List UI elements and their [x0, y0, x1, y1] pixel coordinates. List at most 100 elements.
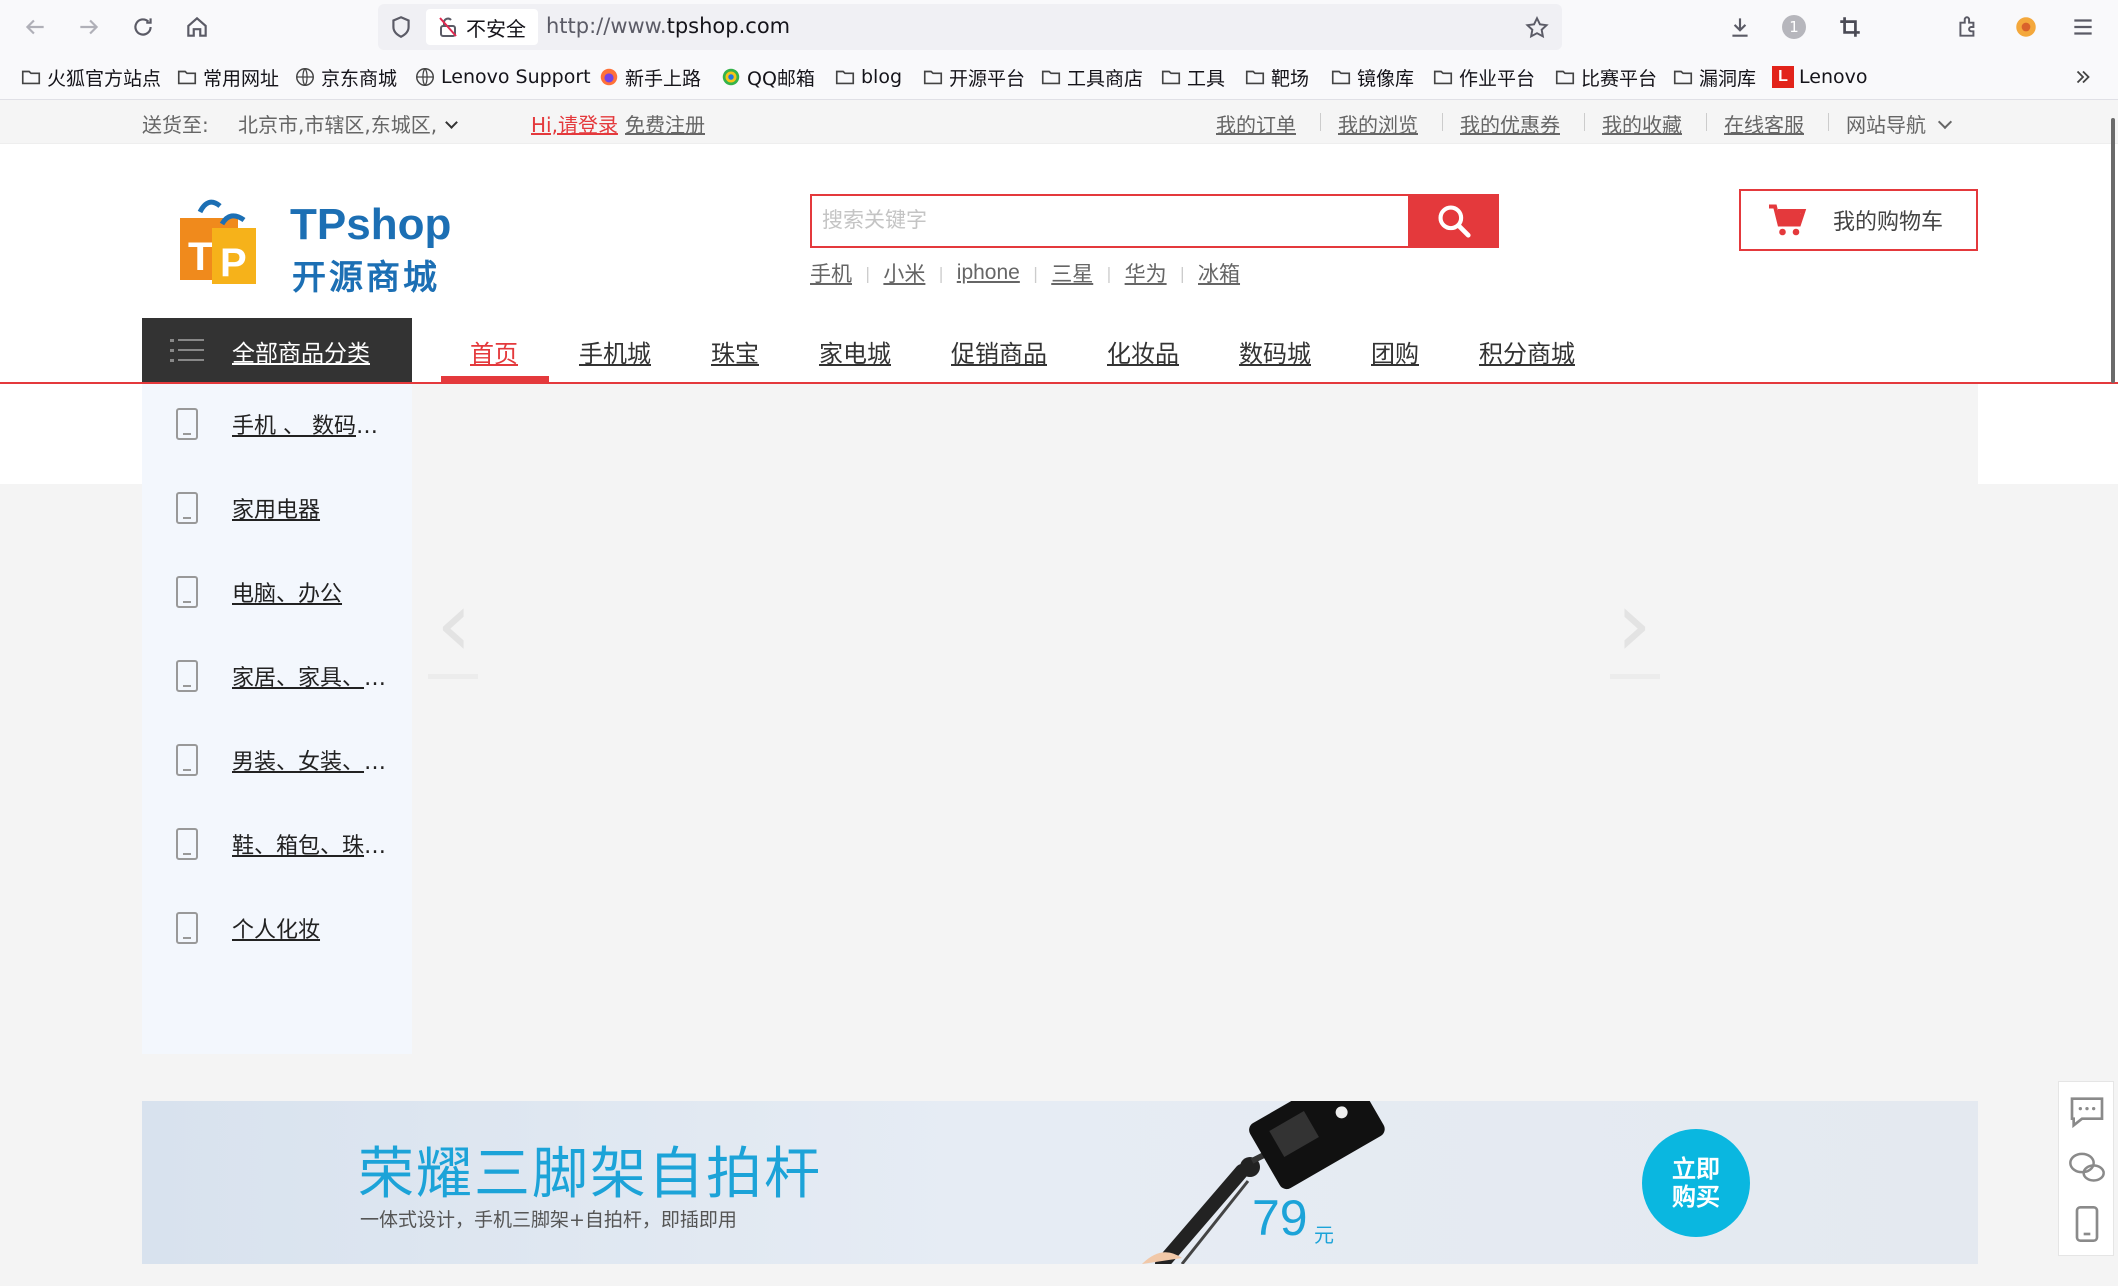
bookmark-label: 靶场 — [1271, 67, 1310, 90]
bookmark-item[interactable]: 比赛平台 — [1554, 64, 1657, 90]
tpshop-logo[interactable]: T P TPshop 开源商城 — [178, 190, 451, 320]
category-label: 个人化妆 — [232, 918, 321, 943]
bookmark-item[interactable]: 工具商店 — [1040, 64, 1143, 90]
register-link[interactable]: 免费注册 — [625, 109, 705, 138]
carousel-next-button[interactable]: › — [1604, 580, 1664, 680]
category-label: 手机 、 数码、通讯 — [232, 414, 392, 439]
hot-word-link[interactable]: 手机 — [810, 258, 852, 288]
category-item[interactable]: 家用电器 — [142, 468, 412, 548]
bookmark-item[interactable]: 开源平台 — [922, 64, 1025, 90]
puzzle-icon — [1959, 16, 1975, 37]
category-item[interactable]: 电脑、办公 — [142, 552, 412, 632]
nav-active-indicator — [441, 376, 549, 382]
profile-button[interactable] — [2007, 8, 2045, 46]
bookmark-item[interactable]: L Lenovo — [1772, 64, 1867, 90]
url-text[interactable]: http://www.tpshop.com — [546, 14, 790, 38]
list-menu-icon — [170, 339, 204, 362]
extension-badge-button[interactable]: 1 — [1775, 8, 1813, 46]
chevron-left-icon: ‹ — [436, 572, 472, 677]
hot-word-link[interactable]: 冰箱 — [1198, 258, 1240, 288]
search-input[interactable] — [812, 196, 1408, 246]
nav-digital[interactable]: 数码城 — [1239, 326, 1311, 376]
search-button[interactable] — [1409, 194, 1499, 248]
hot-word-link[interactable]: 小米 — [883, 258, 925, 288]
bookmark-item[interactable]: 新手上路 — [598, 64, 701, 90]
category-item[interactable]: 个人化妆 — [142, 888, 412, 968]
promo-banner[interactable]: 荣耀三脚架自拍杆 一体式设计，手机三脚架+自拍杆，即插即用 79 元 立即 购买 — [142, 1101, 1978, 1264]
downloads-button[interactable] — [1721, 8, 1759, 46]
category-label: 家用电器 — [232, 498, 321, 523]
bookmark-star-icon[interactable] — [1524, 15, 1550, 41]
wechat-icon[interactable] — [2067, 1148, 2107, 1188]
chat-message-icon[interactable] — [2067, 1092, 2107, 1132]
forward-button[interactable] — [70, 8, 108, 46]
hot-word-link[interactable]: 三星 — [1051, 258, 1093, 288]
bookmark-item[interactable]: blog — [834, 64, 902, 90]
my-favorites-link[interactable]: 我的收藏 — [1602, 109, 1682, 138]
my-cart-button[interactable]: 我的购物车 — [1739, 189, 1978, 251]
my-coupons-link[interactable]: 我的优惠券 — [1460, 109, 1560, 138]
divider — [428, 674, 478, 679]
back-button[interactable] — [16, 8, 54, 46]
nav-group-buy[interactable]: 团购 — [1371, 326, 1419, 376]
category-item[interactable]: 手机 、 数码、通讯 — [142, 384, 412, 464]
svg-text:T: T — [188, 235, 212, 279]
category-item[interactable]: 家居、家具、家装、厨具 — [142, 636, 412, 716]
nav-home[interactable]: 首页 — [470, 326, 518, 376]
buy-now-button[interactable]: 立即 购买 — [1642, 1129, 1750, 1237]
bookmark-item[interactable]: 漏洞库 — [1672, 64, 1756, 90]
home-icon — [187, 16, 207, 37]
bookmark-item[interactable]: 火狐官方站点 — [20, 64, 161, 90]
web-page: 送货至: 北京市,市辖区,东城区, Hi,请登录 免费注册 我的订单 我的浏览 … — [0, 100, 2118, 1286]
my-orders-link[interactable]: 我的订单 — [1216, 109, 1296, 138]
bookmark-item[interactable]: 京东商城 — [294, 64, 397, 90]
download-icon — [1732, 18, 1748, 37]
bookmarks-overflow-button[interactable] — [2072, 64, 2099, 90]
all-categories-button[interactable]: 全部商品分类 — [142, 318, 412, 384]
page-scrollbar[interactable] — [2111, 118, 2115, 383]
forward-arrow-icon — [80, 19, 99, 35]
folder-icon — [1554, 66, 1576, 88]
screenshot-button[interactable] — [1831, 8, 1869, 46]
nav-phone-city[interactable]: 手机城 — [579, 326, 651, 376]
bookmark-item[interactable]: QQ邮箱 — [720, 64, 815, 90]
phone-icon — [176, 660, 198, 692]
nav-points-mall[interactable]: 积分商城 — [1479, 326, 1575, 376]
nav-cosmetics[interactable]: 化妆品 — [1107, 326, 1179, 376]
extensions-button[interactable] — [1949, 8, 1987, 46]
site-nav-dropdown[interactable]: 网站导航 — [1846, 109, 1953, 138]
site-nav-label: 网站导航 — [1846, 113, 1926, 137]
bookmark-item[interactable]: 靶场 — [1244, 64, 1309, 90]
online-service-link[interactable]: 在线客服 — [1724, 109, 1804, 138]
folder-icon — [834, 66, 856, 88]
bookmark-item[interactable]: Lenovo Support — [414, 64, 591, 90]
nav-appliances[interactable]: 家电城 — [819, 326, 891, 376]
reload-button[interactable] — [124, 8, 162, 46]
hot-word-link[interactable]: 华为 — [1125, 258, 1167, 288]
chevron-down-icon — [1937, 114, 1953, 130]
nav-promotions[interactable]: 促销商品 — [951, 326, 1047, 376]
insecure-indicator[interactable]: 不安全 — [426, 9, 538, 45]
bookmark-item[interactable]: 工具 — [1160, 64, 1225, 90]
globe-icon — [414, 66, 436, 88]
bookmark-item[interactable]: 镜像库 — [1330, 64, 1414, 90]
shopping-cart-icon — [1769, 204, 1807, 236]
mobile-phone-icon[interactable] — [2067, 1204, 2107, 1244]
divider — [1828, 113, 1829, 131]
menu-button[interactable] — [2064, 8, 2102, 46]
category-item[interactable]: 鞋、箱包、珠宝、手表 — [142, 804, 412, 884]
tracking-shield-icon[interactable] — [388, 14, 414, 40]
bookmark-item[interactable]: 常用网址 — [176, 64, 279, 90]
home-button[interactable] — [178, 8, 216, 46]
login-link[interactable]: Hi,请登录 — [531, 109, 618, 138]
category-item[interactable]: 男装、女装、童装、内衣 — [142, 720, 412, 800]
carousel-prev-button[interactable]: ‹ — [424, 580, 484, 680]
location-select[interactable]: 北京市,市辖区,东城区, — [238, 109, 458, 138]
bookmark-item[interactable]: 作业平台 — [1432, 64, 1535, 90]
address-bar[interactable]: 不安全 http://www.tpshop.com — [378, 4, 1562, 50]
nav-jewelry[interactable]: 珠宝 — [711, 326, 759, 376]
hot-word-link[interactable]: iphone — [957, 261, 1020, 285]
my-history-link[interactable]: 我的浏览 — [1338, 109, 1418, 138]
crop-icon — [1840, 17, 1860, 37]
bookmark-label: 工具商店 — [1067, 67, 1144, 90]
